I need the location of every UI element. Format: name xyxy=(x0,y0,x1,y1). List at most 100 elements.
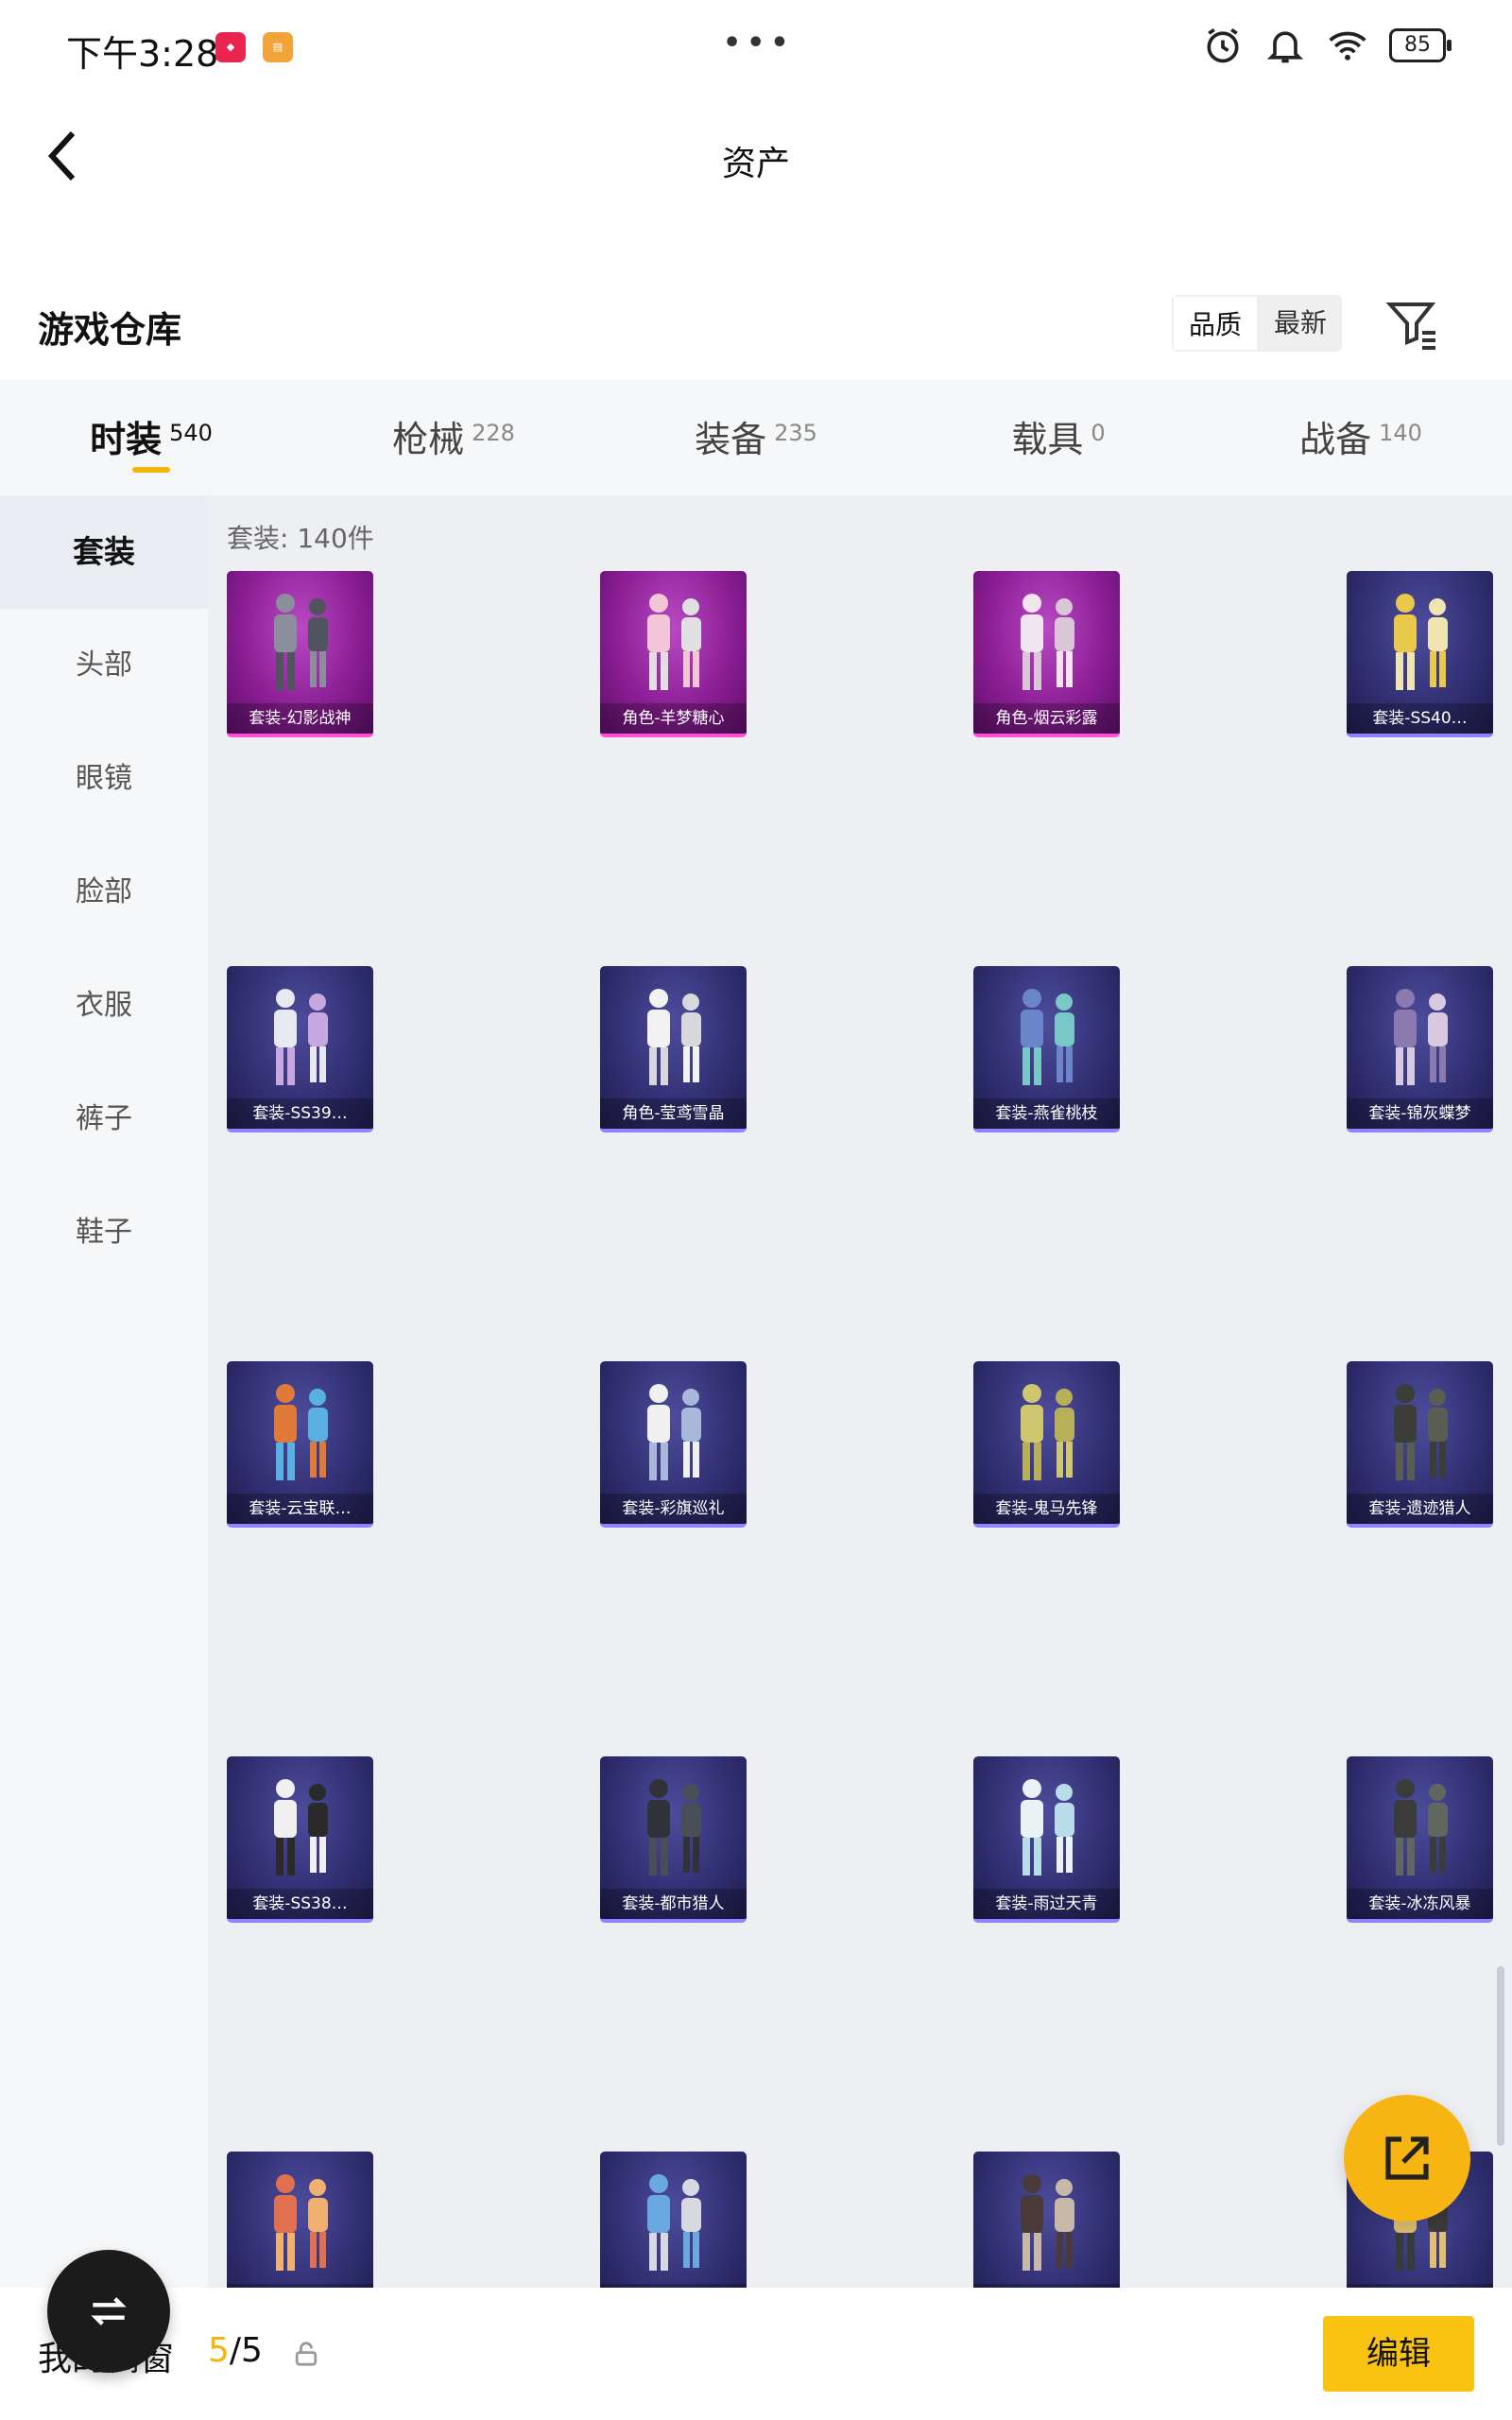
sidebar-item-shoes[interactable]: 鞋子 xyxy=(0,1176,208,1289)
outfit-figure-icon xyxy=(647,594,701,690)
outfit-figure-icon xyxy=(274,594,328,690)
swap-button[interactable] xyxy=(47,2250,170,2373)
item-card[interactable] xyxy=(973,2152,1120,2288)
active-tab-indicator xyxy=(132,467,170,473)
filter-icon xyxy=(1385,302,1436,350)
item-name: 角色-莹鸢雪晶 xyxy=(600,1098,747,1129)
section-header: 游戏仓库 品质 最新 xyxy=(0,274,1512,378)
tab-gear[interactable]: 装备 235 xyxy=(605,380,907,495)
status-bar: 下午3:28 ◆ ▤ ••• 85 xyxy=(0,0,1512,95)
item-grid: 套装-幻影战神 角色-羊梦糖心 角色-烟云彩露 套装-SS40… 套装-SS39… 角色-… xyxy=(227,571,1512,2288)
outfit-figure-icon xyxy=(1021,1779,1074,1876)
outfit-figure-icon xyxy=(274,1779,328,1876)
sidebar-item-head[interactable]: 头部 xyxy=(0,609,208,722)
tab-label: 枪械 xyxy=(392,419,465,460)
share-external-icon xyxy=(1385,2136,1429,2180)
item-card[interactable]: 套装-燕雀桃枝 xyxy=(973,966,1120,1132)
sort-latest-option[interactable]: 最新 xyxy=(1259,295,1342,352)
outfit-figure-icon xyxy=(647,1384,701,1480)
item-name: 套装-幻影战神 xyxy=(227,703,373,734)
item-card[interactable]: 套装-都市猎人 xyxy=(600,1756,747,1923)
item-card[interactable]: 套装-鬼马先锋 xyxy=(973,1361,1120,1528)
item-name: 套装-冰冻风暴 xyxy=(1347,1889,1493,1919)
outfit-figure-icon xyxy=(1021,594,1074,690)
tab-count: 140 xyxy=(1379,420,1422,446)
outfit-figure-icon xyxy=(274,2174,328,2271)
sidebar-item-clothes[interactable]: 衣服 xyxy=(0,949,208,1063)
item-card[interactable]: 角色-羊梦糖心 xyxy=(600,571,747,737)
section-title: 游戏仓库 xyxy=(38,309,182,351)
item-card[interactable]: 套装-雨过天青 xyxy=(973,1756,1120,1923)
item-grid-panel: 套装: 140件 套装-幻影战神 角色-羊梦糖心 角色-烟云彩露 套装-SS40… 套装… xyxy=(208,495,1512,2288)
sort-quality-option[interactable]: 品质 xyxy=(1172,295,1260,352)
app-notification-icon: ◆ xyxy=(215,32,246,62)
sidebar-item-suits[interactable]: 套装 xyxy=(0,495,208,609)
swap-icon xyxy=(91,2297,127,2325)
bell-icon xyxy=(1266,31,1304,63)
sidebar-item-face[interactable]: 脸部 xyxy=(0,836,208,949)
sidebar-item-pants[interactable]: 裤子 xyxy=(0,1063,208,1176)
item-name: 套装-遗迹猎人 xyxy=(1347,1494,1493,1524)
more-dots-icon[interactable]: ••• xyxy=(723,26,795,60)
item-card[interactable]: 套装-SS38… xyxy=(227,1756,373,1923)
item-card[interactable]: 套装-SS40… xyxy=(1347,571,1493,737)
item-name: 套装-SS38… xyxy=(227,1889,373,1919)
alarm-icon xyxy=(1207,27,1239,63)
app-notification-icon: ▤ xyxy=(263,32,293,62)
tab-count: 235 xyxy=(774,420,817,446)
item-card[interactable]: 套装-冰冻风暴 xyxy=(1347,1756,1493,1923)
scrollbar[interactable] xyxy=(1497,1966,1504,2146)
share-button[interactable] xyxy=(1344,2095,1470,2221)
tab-label: 战备 xyxy=(1299,419,1372,460)
outfit-figure-icon xyxy=(1021,989,1074,1085)
battery-indicator: 85 xyxy=(1389,28,1452,62)
item-card[interactable]: 套装-幻影战神 xyxy=(227,571,373,737)
sidebar-item-glasses[interactable]: 眼镜 xyxy=(0,722,208,836)
outfit-figure-icon xyxy=(274,1384,328,1480)
outfit-figure-icon xyxy=(1021,2174,1074,2271)
filter-button[interactable] xyxy=(1384,295,1441,352)
item-name: 套装-燕雀桃枝 xyxy=(973,1098,1120,1129)
showcase-count: 5/5 xyxy=(208,2331,263,2370)
edit-button[interactable]: 编辑 xyxy=(1323,2316,1474,2392)
item-name: 角色-烟云彩露 xyxy=(973,703,1120,734)
item-name: 套装-彩旗巡礼 xyxy=(600,1494,747,1524)
item-card[interactable] xyxy=(227,2152,373,2288)
status-icons: 85 xyxy=(1202,25,1452,66)
outfit-figure-icon xyxy=(1394,1384,1448,1480)
item-card[interactable]: 套装-彩旗巡礼 xyxy=(600,1361,747,1528)
item-card[interactable]: 套装-云宝联… xyxy=(227,1361,373,1528)
item-card[interactable]: 套装-锦灰蝶梦 xyxy=(1347,966,1493,1132)
item-card[interactable] xyxy=(600,2152,747,2288)
tab-fashion[interactable]: 时装 540 xyxy=(0,380,302,495)
outfit-figure-icon xyxy=(1021,1384,1074,1480)
tab-vehicles[interactable]: 载具 0 xyxy=(907,380,1210,495)
showcase-current: 5 xyxy=(208,2331,230,2370)
item-name: 角色-羊梦糖心 xyxy=(600,703,747,734)
item-card[interactable]: 角色-烟云彩露 xyxy=(973,571,1120,737)
tab-label: 时装 xyxy=(90,419,163,460)
app-header: 资产 xyxy=(0,95,1512,227)
item-name: 套装-鬼马先锋 xyxy=(973,1494,1120,1524)
showcase-bar: 我的橱窗 5/5 编辑 xyxy=(0,2288,1512,2420)
outfit-figure-icon xyxy=(1394,1779,1448,1876)
item-name: 套装-锦灰蝶梦 xyxy=(1347,1098,1493,1129)
tab-supplies[interactable]: 战备 140 xyxy=(1210,380,1512,495)
item-name: 套装-雨过天青 xyxy=(973,1889,1120,1919)
tab-label: 载具 xyxy=(1011,419,1084,460)
showcase-total: /5 xyxy=(229,2331,263,2370)
category-tabs: 时装 540 枪械 228 装备 235 载具 0 战备 140 xyxy=(0,380,1512,495)
item-name: 套装-SS39… xyxy=(227,1098,373,1129)
outfit-figure-icon xyxy=(274,989,328,1085)
tab-label: 装备 xyxy=(695,419,767,460)
tab-guns[interactable]: 枪械 228 xyxy=(302,380,605,495)
item-card[interactable]: 套装-遗迹猎人 xyxy=(1347,1361,1493,1528)
subcategory-sidebar: 套装 头部 眼镜 脸部 衣服 裤子 鞋子 xyxy=(0,495,208,2420)
status-time: 下午3:28 xyxy=(66,33,219,75)
tab-count: 540 xyxy=(169,420,213,446)
item-card[interactable]: 角色-莹鸢雪晶 xyxy=(600,966,747,1132)
item-card[interactable]: 套装-SS39… xyxy=(227,966,373,1132)
sort-toggle: 品质 最新 xyxy=(1172,295,1343,352)
item-count-label: 套装: 140件 xyxy=(227,523,374,554)
item-name: 套装-云宝联… xyxy=(227,1494,373,1524)
